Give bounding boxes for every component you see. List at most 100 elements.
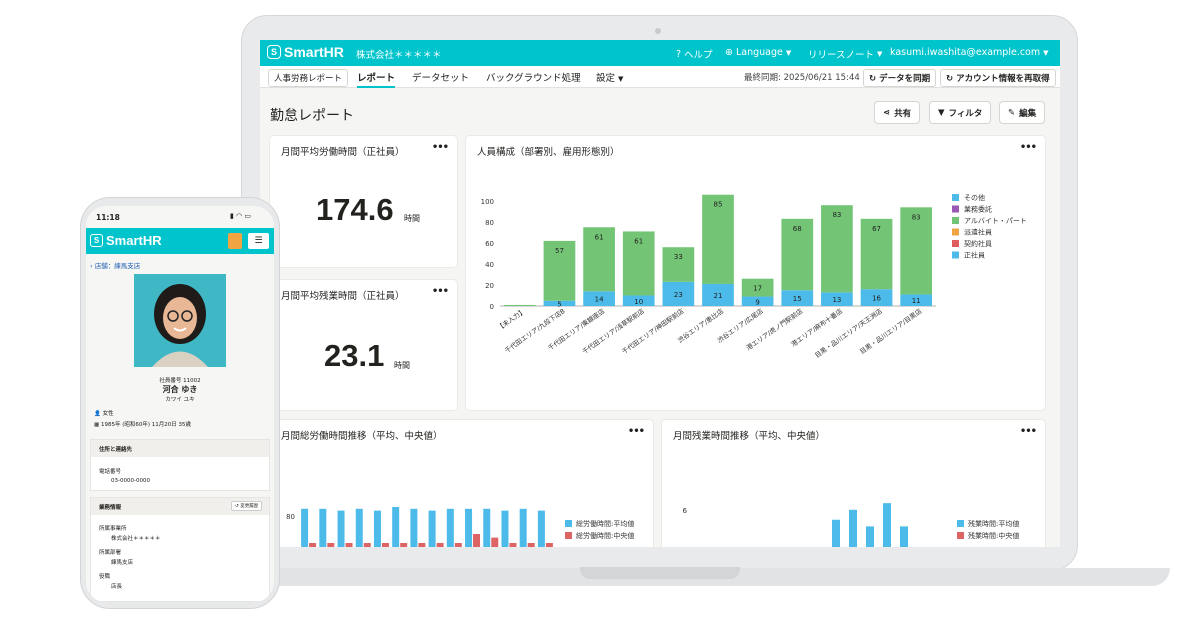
tab-report[interactable]: レポート (357, 70, 396, 88)
more-icon[interactable]: ••• (432, 286, 449, 297)
language-menu[interactable]: ⊕ Language ▼ (725, 47, 791, 58)
legend-label: 残業時間:平均値 (968, 519, 1019, 528)
birthday-row: ▦ 1985年 (昭和60年) 11月20日 35歳 (94, 420, 191, 428)
help-menu[interactable]: ? ヘルプ (676, 47, 713, 62)
smarthr-logo-icon: S (90, 234, 103, 247)
legend-label: 正社員 (964, 251, 985, 260)
back-link[interactable]: ‹ 店舗：練馬支店 (90, 260, 140, 270)
tab-dataset[interactable]: データセット (412, 70, 469, 84)
data-label: 13 (832, 296, 841, 304)
x-tick-label: 目黒・品川エリア/天王洲店 (813, 306, 884, 360)
x-tick-label: 目黒・品川エリア/目黒店 (858, 306, 924, 356)
legend-swatch (957, 532, 964, 539)
avatar[interactable] (228, 233, 242, 249)
data-label: 11 (912, 297, 921, 305)
sync-button[interactable]: ↻ データを同期 (863, 69, 937, 87)
edit-button[interactable]: ✎ 編集 (999, 101, 1046, 124)
legend-label: 派遣社員 (964, 228, 992, 237)
kpi-unit: 時間 (394, 361, 410, 370)
contact-section: 住所と連絡先 電話番号 03-0000-0000 (90, 439, 270, 491)
release-notes-menu[interactable]: リリースノート ▼ (808, 47, 882, 61)
bar-median (454, 543, 462, 547)
phone-label: 電話番号 (99, 469, 122, 475)
report-home-button[interactable]: 人事労務レポート (268, 69, 349, 87)
legend-swatch (952, 240, 959, 247)
reacquire-button[interactable]: ↻ アカウント情報を再取得 (940, 69, 1056, 87)
chart-card-headcount: 人員構成（部署別、雇用形態別） ••• 0 20 40 60 80 100 【未入力】 5 57… (466, 136, 1045, 410)
data-label: 57 (555, 247, 564, 255)
chart-card-overtime: 月間残業時間推移（平均、中央値） ••• 46残業時間:平均値残業時間:中央値 (662, 420, 1045, 547)
laptop-screen: S SmartHR 株式会社＊＊＊＊＊ ? ヘルプ ⊕ Language ▼ リ… (260, 40, 1060, 547)
bar-average (519, 508, 527, 547)
data-label: 61 (634, 237, 643, 245)
gender-value: 女性 (102, 411, 114, 417)
legend-swatch (957, 520, 964, 527)
data-label: 16 (872, 295, 881, 303)
bar-average (446, 508, 454, 547)
bar-average (392, 507, 400, 547)
data-label: 33 (674, 253, 683, 261)
help-icon: ? (676, 48, 682, 60)
role-value: 店長 (111, 584, 123, 590)
bar-median (527, 543, 535, 547)
company-name: 株式会社＊＊＊＊＊ (356, 50, 442, 61)
y-tick-label: 0 (490, 303, 494, 311)
bar-average (355, 508, 363, 547)
y-tick-label: 6 (683, 507, 688, 515)
y-tick-label: 20 (485, 282, 494, 290)
phone-brand-name: SmartHR (106, 233, 162, 248)
y-tick-label: 40 (485, 261, 494, 269)
bar-average (337, 510, 345, 547)
share-button[interactable]: ⋖ 共有 (874, 101, 921, 124)
data-label: 10 (634, 298, 643, 306)
app-nav: 人事労務レポート レポート データセット バックグラウンド処理 設定 ▼ 最終同… (260, 66, 1060, 88)
tab-settings[interactable]: 設定 ▼ (596, 70, 623, 84)
bar-average (410, 508, 418, 547)
bar-median (545, 543, 553, 547)
bar-median (473, 534, 481, 547)
data-label: 68 (793, 225, 802, 233)
data-label: 17 (753, 285, 762, 293)
phone-screen: 11:18 ▮ ◠ ▭ S SmartHR ☰ ‹ 店舗：練馬支店 社員番号 1… (86, 206, 274, 602)
bar-average (900, 526, 908, 547)
x-tick-label: 千代田エリア/浅草駅前店 (580, 306, 646, 356)
hamburger-menu-icon[interactable]: ☰ (248, 233, 269, 249)
bar-average (428, 510, 436, 547)
employee-number: 社員番号 11002 (159, 378, 201, 384)
legend-swatch (952, 217, 959, 224)
refresh-icon: ↻ (869, 74, 877, 84)
y-tick-label: 80 (286, 513, 295, 521)
employee-name: 河合 ゆき (162, 385, 198, 394)
legend-label: 総労働時間:平均値 (576, 519, 634, 528)
bar-average (301, 508, 309, 547)
gender-row: 👤 女性 (94, 409, 114, 417)
brand-logo[interactable]: S SmartHR (267, 44, 344, 60)
data-label: 9 (755, 298, 759, 306)
chevron-down-icon: ▼ (1043, 48, 1049, 57)
data-label: 61 (595, 233, 604, 241)
kpi-value: 23.1 (324, 338, 385, 373)
more-icon[interactable]: ••• (432, 142, 449, 153)
kpi-card-overtime-hours: 月間平均残業時間（正社員） ••• 23.1 時間 (270, 280, 457, 410)
phone-header: S SmartHR ☰ (86, 228, 274, 254)
y-tick-label: 60 (485, 240, 494, 248)
kpi-card-working-hours: 月間平均労働時間（正社員） ••• 174.6 時間 (270, 136, 457, 267)
tab-settings-label: 設定 (596, 73, 616, 84)
history-button[interactable]: ↺ 変更履歴 (231, 501, 263, 511)
total-hours-chart: 406080総労働時間:平均値総労働時間:中央値 (286, 507, 634, 547)
history-icon: ↺ (235, 504, 239, 509)
legend-label: 残業時間:中央値 (968, 531, 1019, 540)
filter-label: フィルタ (948, 108, 983, 119)
tab-background[interactable]: バックグラウンド処理 (486, 70, 581, 84)
section-header: 住所と連絡先 (91, 440, 269, 457)
legend-swatch (952, 228, 959, 236)
bar-median (381, 543, 389, 547)
legend-label: 総労働時間:中央値 (576, 531, 634, 540)
filter-button[interactable]: ▼ フィルタ (929, 101, 992, 124)
back-label: 店舗：練馬支店 (94, 262, 141, 270)
user-menu[interactable]: kasumi.iwashita@example.com ▼ (890, 47, 1049, 58)
pencil-icon: ✎ (1008, 107, 1016, 118)
smarthr-logo-icon: S (267, 45, 281, 59)
phone-brand-logo[interactable]: S SmartHR (90, 233, 162, 248)
data-label: 14 (595, 296, 604, 304)
